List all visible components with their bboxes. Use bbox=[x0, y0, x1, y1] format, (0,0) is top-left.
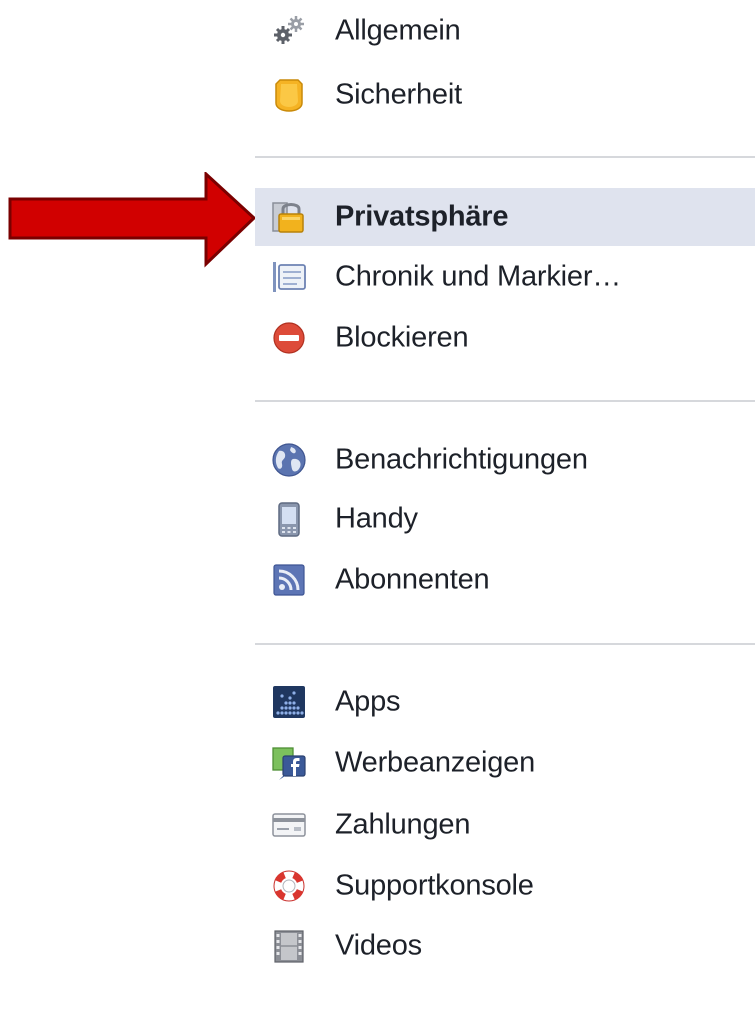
timeline-icon bbox=[271, 259, 307, 295]
menu-item-privatsphaere[interactable]: Privatsphäre bbox=[255, 188, 755, 246]
menu-item-label: Abonnenten bbox=[335, 563, 490, 596]
phone-icon bbox=[271, 501, 307, 537]
divider bbox=[255, 156, 755, 158]
menu-item-benachrichtigungen[interactable]: Benachrichtigungen bbox=[255, 431, 755, 489]
block-icon bbox=[271, 320, 307, 356]
menu-item-label: Benachrichtigungen bbox=[335, 443, 588, 476]
apps-icon bbox=[271, 684, 307, 720]
menu-item-label: Chronik und Markier… bbox=[335, 260, 622, 293]
settings-menu: Allgemein Sicherheit Privatsphäre Chroni… bbox=[0, 0, 755, 1032]
film-icon bbox=[271, 928, 307, 964]
menu-item-blockieren[interactable]: Blockieren bbox=[255, 309, 755, 367]
menu-item-abonnenten[interactable]: Abonnenten bbox=[255, 551, 755, 609]
menu-item-label: Allgemein bbox=[335, 14, 461, 47]
menu-item-werbeanzeigen[interactable]: Werbeanzeigen bbox=[255, 734, 755, 792]
menu-item-label: Handy bbox=[335, 502, 418, 535]
credit-card-icon bbox=[271, 807, 307, 843]
menu-item-label: Zahlungen bbox=[335, 808, 471, 841]
menu-item-label: Privatsphäre bbox=[335, 200, 509, 233]
menu-item-label: Blockieren bbox=[335, 321, 469, 354]
ads-icon bbox=[271, 745, 307, 781]
menu-item-apps[interactable]: Apps bbox=[255, 673, 755, 731]
menu-item-supportkonsole[interactable]: Supportkonsole bbox=[255, 857, 755, 915]
menu-item-label: Videos bbox=[335, 929, 422, 962]
globe-icon bbox=[271, 442, 307, 478]
menu-item-label: Werbeanzeigen bbox=[335, 746, 536, 779]
menu-item-chronik[interactable]: Chronik und Markier… bbox=[255, 248, 755, 306]
badge-icon bbox=[271, 77, 307, 113]
lock-icon bbox=[271, 199, 307, 235]
gears-icon bbox=[271, 13, 307, 49]
lifebuoy-icon bbox=[271, 868, 307, 904]
menu-item-label: Apps bbox=[335, 685, 401, 718]
menu-item-videos[interactable]: Videos bbox=[255, 917, 755, 975]
menu-item-handy[interactable]: Handy bbox=[255, 490, 755, 548]
menu-item-allgemein[interactable]: Allgemein bbox=[255, 2, 755, 60]
divider bbox=[255, 643, 755, 645]
rss-icon bbox=[271, 562, 307, 598]
divider bbox=[255, 400, 755, 402]
menu-item-label: Supportkonsole bbox=[335, 869, 534, 902]
menu-item-sicherheit[interactable]: Sicherheit bbox=[255, 66, 755, 124]
menu-item-label: Sicherheit bbox=[335, 78, 462, 111]
menu-item-zahlungen[interactable]: Zahlungen bbox=[255, 796, 755, 854]
